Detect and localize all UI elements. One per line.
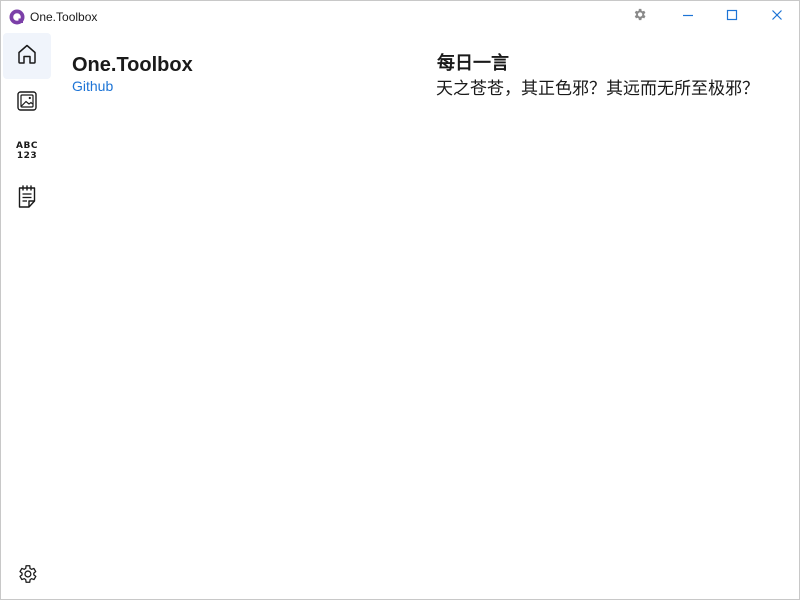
window-title: One.Toolbox	[30, 10, 98, 24]
notes-icon	[15, 184, 39, 215]
home-icon	[15, 42, 39, 71]
maximize-button[interactable]	[714, 1, 750, 33]
nav-item-notes[interactable]	[3, 176, 51, 222]
daily-quote-heading: 每日一言	[437, 53, 509, 74]
nav-item-image[interactable]	[3, 80, 51, 126]
minimize-button[interactable]	[670, 1, 706, 33]
nav-item-settings[interactable]	[3, 553, 51, 599]
settings-icon	[16, 563, 38, 590]
page-title: One.Toolbox	[72, 54, 193, 76]
github-link[interactable]: Github	[72, 78, 113, 94]
app-logo-icon	[9, 9, 25, 25]
abc-123-icon: ABC 123	[16, 141, 38, 161]
close-button[interactable]	[759, 1, 795, 33]
title-bar[interactable]: One.Toolbox	[1, 1, 799, 33]
image-icon	[16, 90, 38, 117]
daily-quote-text: 天之苍苍，其正色邪？其远而无所至极邪？	[436, 79, 759, 99]
gear-icon	[632, 7, 647, 27]
minimize-icon	[682, 8, 694, 26]
nav-item-text-tools[interactable]: ABC 123	[3, 128, 51, 174]
maximize-icon	[726, 8, 738, 26]
nav-item-home[interactable]	[3, 33, 51, 79]
titlebar-settings-button[interactable]	[625, 1, 653, 33]
navigation-rail: ABC 123	[1, 33, 53, 599]
app-window: One.Toolbox ABC 123 One.Toolbox Github 每…	[0, 0, 800, 600]
close-icon	[771, 8, 783, 26]
abc-icon-glyph-top: ABC	[16, 141, 38, 151]
abc-icon-glyph-bottom: 123	[16, 151, 38, 161]
